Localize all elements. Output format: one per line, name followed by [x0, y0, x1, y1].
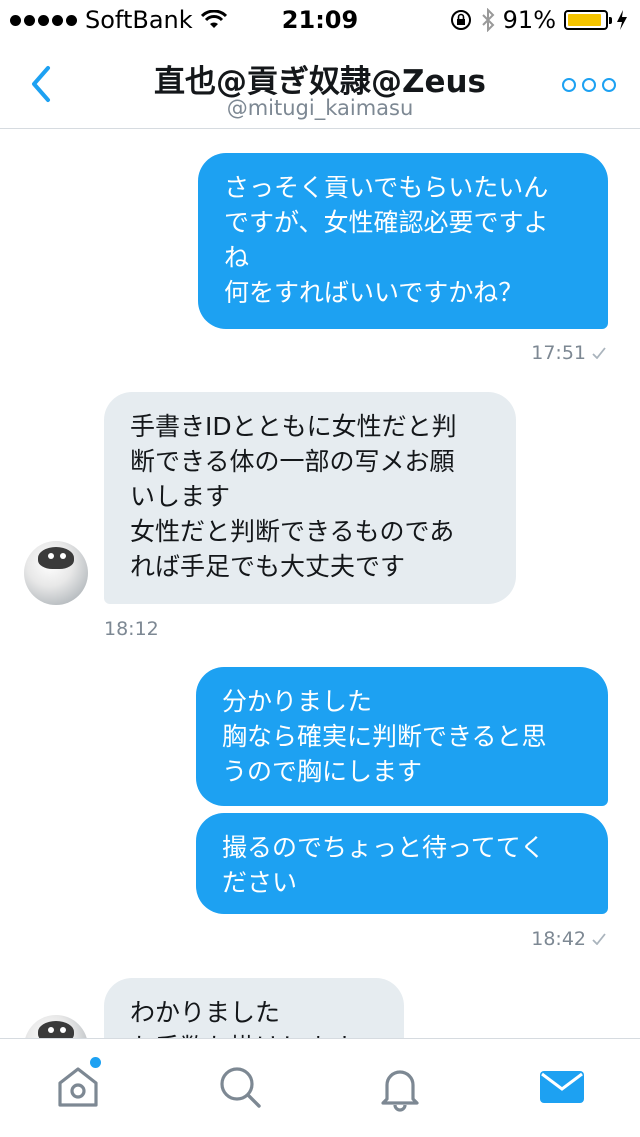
messages-icon[interactable]	[536, 1061, 588, 1113]
status-bar: SoftBank 21:09 91%	[0, 0, 640, 40]
message-bubble-received[interactable]: 手書きIDとともに女性だと判 断できる体の一部の写メお願 いします 女性だと判断…	[104, 392, 516, 604]
conversation-handle: @mitugi_kaimasu	[226, 96, 414, 120]
read-check-icon	[592, 347, 606, 359]
search-icon[interactable]	[214, 1061, 266, 1113]
avatar[interactable]	[24, 541, 88, 605]
message-timestamp: 17:51	[531, 342, 606, 364]
charging-icon	[617, 10, 627, 30]
status-right: 91%	[449, 6, 628, 34]
new-content-dot	[90, 1057, 101, 1068]
home-icon[interactable]	[52, 1061, 104, 1113]
more-options-icon[interactable]	[562, 78, 616, 92]
message-timestamp: 18:12	[104, 618, 159, 640]
read-check-icon	[592, 933, 606, 945]
orientation-lock-icon	[450, 10, 471, 30]
message-bubble-sent[interactable]: さっそく貢いでもらいたいん ですが、女性確認必要ですよ ね 何をすればいいですか…	[198, 153, 608, 329]
tab-bar	[0, 1038, 640, 1137]
bluetooth-icon	[481, 8, 495, 32]
conversation-header: 直也@貢ぎ奴隷@Zeus @mitugi_kaimasu	[0, 40, 640, 129]
conversation-title: 直也@貢ぎ奴隷@Zeus	[153, 64, 487, 100]
notifications-icon[interactable]	[374, 1061, 426, 1113]
message-bubble-sent[interactable]: 撮るのでちょっと待っててく ださい	[196, 813, 608, 914]
battery-icon	[564, 10, 612, 30]
message-bubble-sent[interactable]: 分かりました 胸なら確実に判断できると思 うので胸にします	[196, 667, 608, 806]
message-timestamp: 18:42	[531, 928, 606, 950]
battery-percent: 91%	[502, 6, 556, 34]
